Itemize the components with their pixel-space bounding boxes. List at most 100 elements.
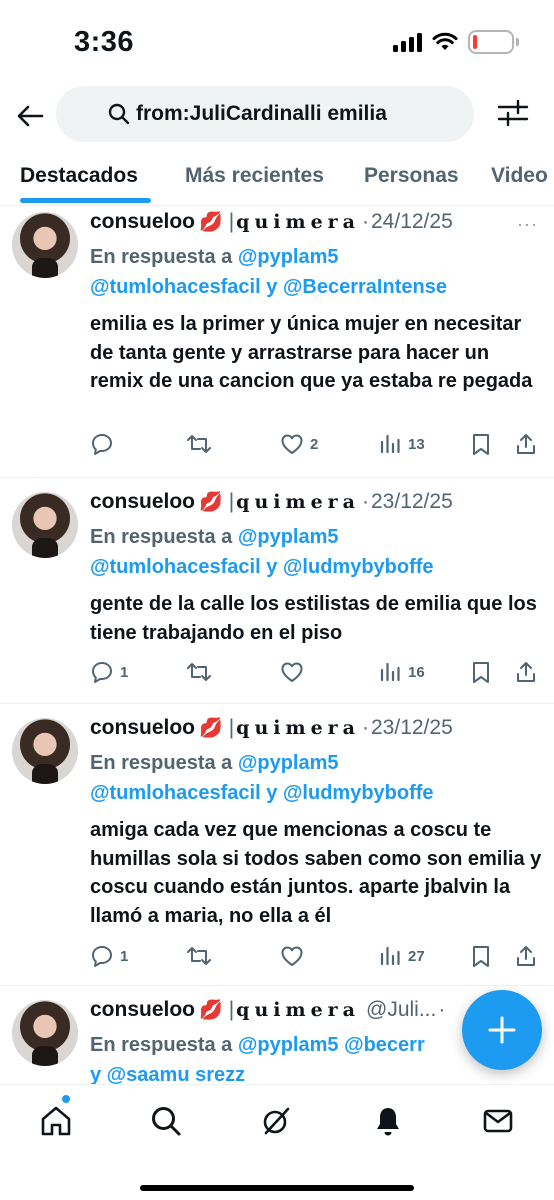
view-count: 27 [408,947,425,965]
dot-separator: · [362,490,369,513]
back-button[interactable] [12,92,48,140]
like-button[interactable] [280,944,310,968]
nav-home[interactable] [36,1101,76,1141]
retweet-button[interactable] [186,944,218,968]
mention-link[interactable]: @pyplam5 [238,526,339,548]
reply-context: En respuesta a @pyplam5 @tumlohacesfacil… [90,522,542,582]
styled-name: quimera [236,717,360,739]
dot-separator: · [438,998,446,1021]
nav-explore[interactable] [146,1101,186,1141]
tweet-date[interactable]: 23/12/25 [371,490,453,514]
reply-join: y [266,276,278,298]
styled-name: quimera [236,999,360,1021]
display-name[interactable]: consueloo [90,490,195,514]
tweet-actions: 2 13 [90,432,542,462]
home-unread-dot [62,1095,70,1103]
mention-link[interactable]: @pyplam5 [238,246,339,268]
more-options-icon[interactable]: ··· [517,214,538,235]
share-icon [517,946,535,966]
reply-context: En respuesta a @pyplam5 @tumlohacesfacil… [90,748,542,808]
mention-link[interactable]: y @saamu srezz [90,1064,245,1084]
bookmark-button[interactable] [470,944,492,968]
display-name[interactable]: consueloo [90,716,195,740]
reply-count: 1 [120,947,129,965]
mention-link[interactable]: @ludmybyboffe [283,556,434,578]
tab-personas[interactable]: Personas [364,164,459,188]
share-button[interactable] [514,944,538,968]
views-button[interactable]: 27 [378,944,425,968]
plus-icon [488,1016,516,1044]
wifi-icon [432,32,458,50]
lips-emoji: 💋 [199,718,223,739]
tweet[interactable]: consueloo 💋 | quimera · 24/12/25 ··· En … [0,208,554,478]
tab-destacados[interactable]: Destacados [20,164,138,188]
tweet[interactable]: consueloo 💋 | quimera · 23/12/25 En resp… [0,478,554,704]
tweet-text: amiga cada vez que mencionas a coscu te … [90,819,542,927]
retweet-button[interactable] [186,432,218,456]
avatar[interactable] [12,492,78,558]
mention-link[interactable]: @pyplam5 [238,1034,339,1056]
styled-name: quimera [236,211,360,233]
mention-link[interactable]: @tumlohacesfacil [90,782,261,804]
nav-messages[interactable] [478,1101,518,1141]
mention-link[interactable]: @ludmybyboffe [283,782,434,804]
nav-grok[interactable] [256,1101,296,1141]
views-button[interactable]: 16 [378,660,425,684]
mention-link[interactable]: @tumlohacesfacil [90,276,261,298]
tab-mas-recientes[interactable]: Más recientes [185,164,324,188]
like-button[interactable]: 2 [280,432,318,456]
nav-notifications[interactable] [368,1101,408,1141]
search-icon [108,103,130,125]
mention-link[interactable]: @becerr [344,1034,425,1056]
battery-level [473,35,478,49]
battery-icon [468,30,519,54]
search-results-feed[interactable]: consueloo 💋 | quimera · 24/12/25 ··· En … [0,206,554,1084]
bar-chart-icon [380,434,400,454]
reply-button[interactable]: 1 [90,944,128,968]
avatar[interactable] [12,1000,78,1066]
reply-join: y [266,782,278,804]
search-filters-button[interactable] [496,96,532,132]
search-input[interactable]: from:JuliCardinalli emilia [56,86,474,142]
share-icon [517,662,535,682]
search-tabs: Destacados Más recientes Personas Video [0,150,554,206]
status-time: 3:36 [74,26,135,58]
mention-link[interactable]: @pyplam5 [238,752,339,774]
search-icon [152,1107,181,1136]
name-separator: | [228,490,235,513]
bar-chart-icon [380,662,400,682]
share-button[interactable] [514,660,538,684]
retweet-button[interactable] [186,660,218,684]
comment-icon [92,946,112,967]
tweet[interactable]: consueloo 💋 | quimera · 23/12/25 En resp… [0,704,554,986]
avatar[interactable] [12,212,78,278]
display-name[interactable]: consueloo [90,210,195,234]
compose-button[interactable] [462,990,542,1070]
views-button[interactable]: 13 [378,432,425,456]
heart-icon [281,434,303,454]
dot-separator: · [362,210,369,233]
user-handle[interactable]: @Juli... [366,998,436,1022]
bookmark-button[interactable] [470,432,492,456]
name-separator: | [228,998,235,1021]
comment-icon [92,662,112,683]
tweet-text: gente de la calle los estilistas de emil… [90,593,537,644]
share-button[interactable] [514,432,538,456]
reply-button[interactable]: 1 [90,660,128,684]
share-icon [517,434,535,454]
tweet-date[interactable]: 23/12/25 [371,716,453,740]
lips-emoji: 💋 [199,1000,223,1021]
mention-link[interactable]: @tumlohacesfacil [90,556,261,578]
avatar[interactable] [12,718,78,784]
tweet-date[interactable]: 24/12/25 [371,210,453,234]
display-name[interactable]: consueloo [90,998,195,1022]
mention-link[interactable]: @BecerraIntense [283,276,447,298]
like-button[interactable] [280,660,310,684]
name-separator: | [228,716,235,739]
tab-video[interactable]: Video [491,164,548,188]
search-header: from:JuliCardinalli emilia [0,84,554,150]
bottom-navigation [0,1084,554,1200]
reply-button[interactable] [90,432,120,456]
retweet-icon [187,663,211,681]
bookmark-button[interactable] [470,660,492,684]
